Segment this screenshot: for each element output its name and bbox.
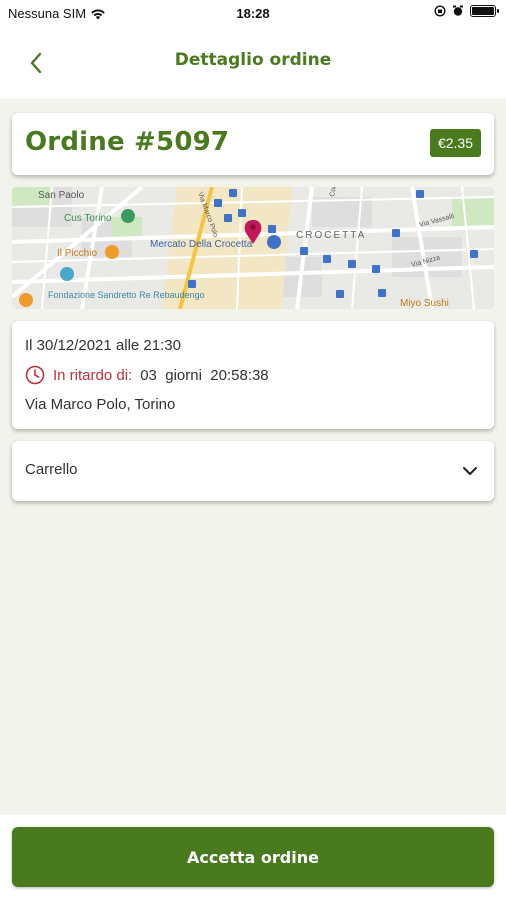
clock-icon	[25, 365, 45, 385]
order-title: Ordine #5097	[25, 127, 230, 157]
map-label-miyo-sushi: Miyo Sushi	[400, 298, 449, 309]
status-bar: Nessuna SIM 18:28	[0, 0, 506, 28]
alarm-icon	[453, 5, 463, 16]
accept-order-button[interactable]: Accetta ordine	[12, 827, 494, 887]
order-card: Ordine #5097 €2.35	[12, 113, 494, 175]
order-info-card: Il 30/12/2021 alle 21:30 In ritardo di: …	[12, 321, 494, 429]
chevron-down-icon	[463, 467, 477, 475]
nav-bar: Dettaglio ordine	[0, 28, 506, 98]
page-title: Dettaglio ordine	[174, 50, 332, 70]
delivery-datetime: Il 30/12/2021 alle 21:30	[25, 337, 181, 354]
battery-fill	[472, 7, 494, 15]
cart-accordion[interactable]: Carrello	[12, 441, 494, 501]
delivery-address: Via Marco Polo, Torino	[25, 396, 176, 413]
map-view[interactable]: San Paolo Cus Torino Il Picchio Mercato …	[12, 187, 494, 309]
map-label-mercato: Mercato Della Crocetta	[150, 239, 253, 250]
price-badge: €2.35	[429, 129, 481, 157]
map-graphic: San Paolo Cus Torino Il Picchio Mercato …	[12, 187, 494, 309]
rotation-lock-icon	[434, 5, 446, 17]
delay-value: 03 giorni 20:58:38	[140, 366, 269, 384]
delay-label: In ritardo di:	[53, 366, 133, 384]
status-time: 18:28	[236, 6, 270, 21]
map-label-il-picchio: Il Picchio	[57, 248, 97, 259]
map-label-san-paolo: San Paolo	[38, 190, 85, 201]
battery-icon	[470, 5, 499, 17]
delay-row: In ritardo di: 03 giorni 20:58:38	[25, 365, 269, 385]
map-label-cus-torino: Cus Torino	[64, 213, 112, 224]
map-label-fondazione: Fondazione Sandretto Re Rebaudengo	[48, 290, 205, 300]
cart-label: Carrello	[25, 461, 78, 478]
status-right	[434, 5, 499, 17]
map-label-crocetta: CROCETTA	[296, 230, 366, 241]
bottom-action-bar: Accetta ordine	[0, 815, 506, 900]
